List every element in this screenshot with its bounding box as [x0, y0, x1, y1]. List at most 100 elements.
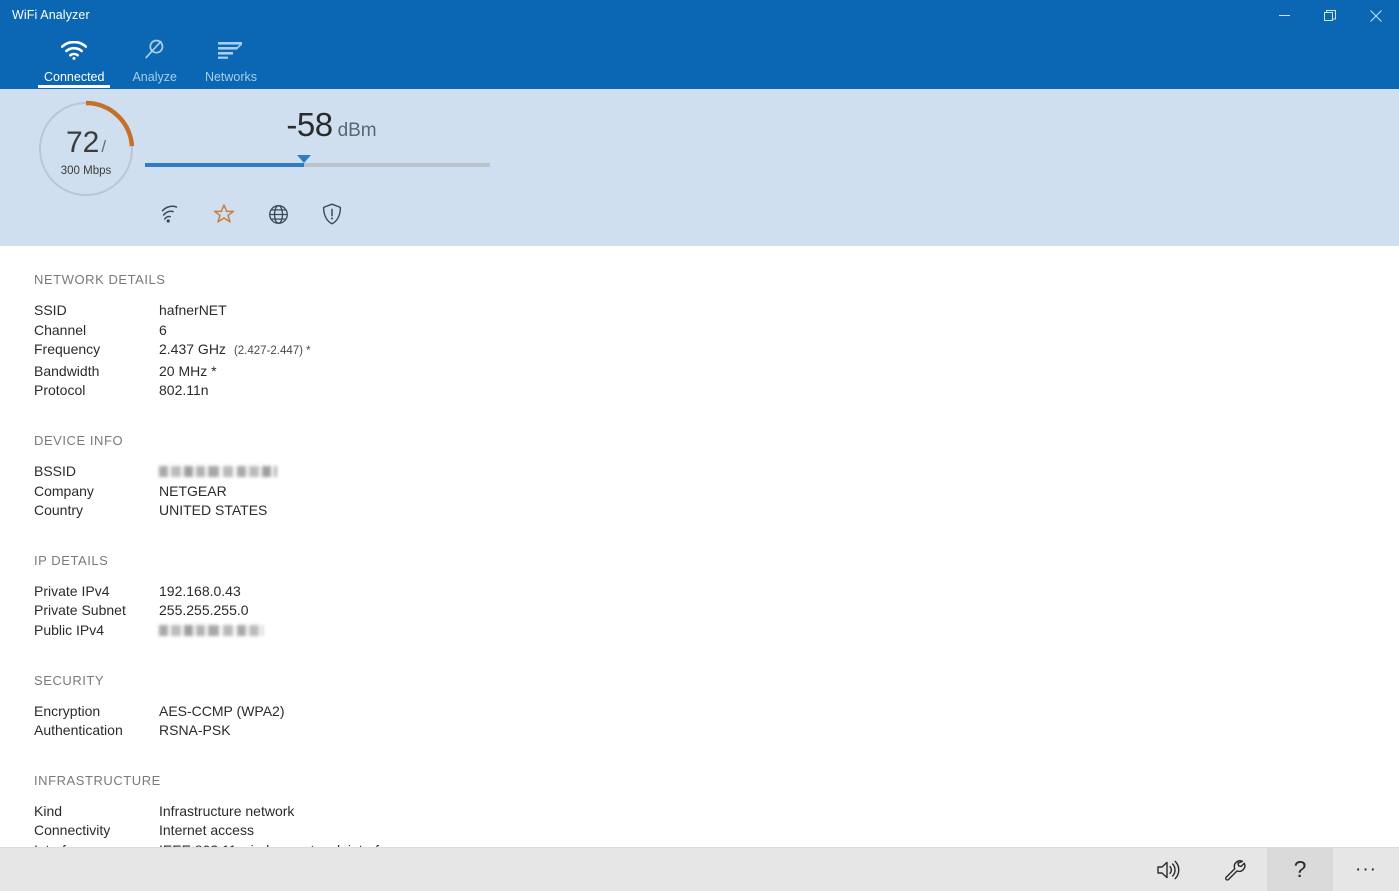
bad-channel-icon[interactable] — [212, 202, 236, 226]
detail-row: Frequency2.437 GHz (2.427-2.447) * — [34, 340, 1399, 362]
detail-row: SSIDhafnerNET — [34, 301, 1399, 321]
detail-value: AES-CCMP (WPA2) — [159, 702, 285, 722]
detail-row: Private Subnet255.255.255.0 — [34, 601, 1399, 621]
minimize-button[interactable] — [1261, 0, 1307, 31]
not-secure-icon[interactable] — [320, 202, 344, 226]
window-controls — [1261, 0, 1399, 31]
detail-value: IEEE 802.11 wireless network interface — [159, 841, 402, 847]
signal-bar — [145, 153, 490, 171]
detail-value-text: 255.255.255.0 — [159, 601, 249, 621]
no-internet-access-icon[interactable] — [266, 202, 290, 226]
close-button[interactable] — [1353, 0, 1399, 31]
tab-networks[interactable]: Networks — [191, 26, 271, 88]
detail-value-note: (2.427-2.447) * — [234, 342, 311, 362]
redacted-value — [159, 466, 277, 477]
detail-value-text: Infrastructure network — [159, 802, 294, 822]
sound-button[interactable] — [1135, 848, 1201, 891]
gauge-text: 72/ 300 Mbps — [34, 97, 138, 201]
list-bars-icon — [218, 37, 244, 63]
detail-key: Private Subnet — [34, 601, 159, 621]
wifi-analyzer-window: WiFi Analyzer — [0, 0, 1399, 891]
section-title: DEVICE INFO — [34, 433, 1399, 448]
detail-row: ConnectivityInternet access — [34, 821, 1399, 841]
detail-key: Private IPv4 — [34, 582, 159, 602]
link-speed-max: 300 Mbps — [61, 165, 112, 177]
detail-value-text: AES-CCMP (WPA2) — [159, 702, 285, 722]
link-speed-value-group: 72/ — [66, 128, 106, 162]
section-title: NETWORK DETAILS — [34, 272, 1399, 287]
section-title: IP DETAILS — [34, 553, 1399, 568]
detail-value-text: 192.168.0.43 — [159, 582, 241, 602]
detail-value-text: 2.437 GHz — [159, 340, 226, 360]
wifi-icon — [61, 37, 87, 63]
detail-value: Internet access — [159, 821, 254, 841]
ellipsis-icon: ··· — [1355, 865, 1377, 875]
signal-meter: -58 dBm — [145, 107, 490, 171]
app-title: WiFi Analyzer — [12, 8, 90, 22]
signal-bar-marker — [297, 155, 311, 163]
link-speed-value: 72 — [66, 128, 99, 158]
detail-value — [159, 462, 277, 482]
detail-row: EncryptionAES-CCMP (WPA2) — [34, 702, 1399, 722]
signal-bar-fill — [145, 163, 304, 167]
detail-value: hafnerNET — [159, 301, 227, 321]
detail-row: BSSID — [34, 462, 1399, 482]
signal-value: -58 — [286, 107, 332, 143]
detail-key: Interface — [34, 841, 159, 847]
link-speed-slash: / — [101, 132, 106, 162]
detail-row: CompanyNETGEAR — [34, 482, 1399, 502]
detail-key: Frequency — [34, 340, 159, 362]
tab-bar: Connected Analyze — [30, 26, 271, 88]
detail-key: Public IPv4 — [34, 621, 159, 641]
bad-connection-icon[interactable] — [158, 202, 182, 226]
detail-value-text: hafnerNET — [159, 301, 227, 321]
detail-row: Bandwidth20 MHz * — [34, 362, 1399, 382]
section-title: SECURITY — [34, 673, 1399, 688]
detail-key: Country — [34, 501, 159, 521]
detail-value-text: NETGEAR — [159, 482, 227, 502]
details-panel: NETWORK DETAILS SSIDhafnerNETChannel6Freq… — [0, 246, 1399, 847]
detail-row: KindInfrastructure network — [34, 802, 1399, 822]
help-button[interactable]: ? — [1267, 848, 1333, 891]
section-ip-details: IP DETAILS Private IPv4192.168.0.43Privat… — [34, 553, 1399, 641]
magnifier-icon — [143, 37, 167, 63]
section-rows: KindInfrastructure networkConnectivityIn… — [34, 802, 1399, 847]
section-rows: BSSIDCompanyNETGEARCountryUNITED STATES — [34, 462, 1399, 521]
summary-banner: 72/ 300 Mbps -58 dBm — [0, 88, 1399, 246]
detail-value: 802.11n — [159, 381, 209, 401]
section-network-details: NETWORK DETAILS SSIDhafnerNETChannel6Freq… — [34, 272, 1399, 401]
detail-row: Private IPv4192.168.0.43 — [34, 582, 1399, 602]
detail-row: AuthenticationRSNA-PSK — [34, 721, 1399, 741]
signal-unit: dBm — [338, 120, 377, 142]
detail-value: 2.437 GHz (2.427-2.447) * — [159, 340, 311, 362]
detail-row: Channel6 — [34, 321, 1399, 341]
detail-key: SSID — [34, 301, 159, 321]
question-mark-icon: ? — [1294, 856, 1307, 883]
detail-value: 6 — [159, 321, 167, 341]
detail-value: UNITED STATES — [159, 501, 267, 521]
detail-key: Protocol — [34, 381, 159, 401]
section-infrastructure: INFRASTRUCTUREKindInfrastructure network… — [34, 773, 1399, 847]
tab-connected[interactable]: Connected — [30, 26, 118, 88]
detail-value: Infrastructure network — [159, 802, 294, 822]
detail-value-text: 6 — [159, 321, 167, 341]
detail-sections: NETWORK DETAILS SSIDhafnerNETChannel6Freq… — [34, 272, 1399, 847]
detail-value-text: RSNA-PSK — [159, 721, 231, 741]
link-speed-gauge: 72/ 300 Mbps — [34, 97, 138, 201]
section-rows: EncryptionAES-CCMP (WPA2)AuthenticationR… — [34, 702, 1399, 741]
detail-value: RSNA-PSK — [159, 721, 231, 741]
detail-value-text: 20 MHz * — [159, 362, 217, 382]
detail-value-text: IEEE 802.11 wireless network interface — [159, 841, 402, 847]
detail-row: CountryUNITED STATES — [34, 501, 1399, 521]
detail-key: BSSID — [34, 462, 159, 482]
detail-key: Encryption — [34, 702, 159, 722]
more-button[interactable]: ··· — [1333, 848, 1399, 891]
detail-value-text: 802.11n — [159, 381, 209, 401]
settings-button[interactable] — [1201, 848, 1267, 891]
detail-value: 20 MHz * — [159, 362, 217, 382]
restore-button[interactable] — [1307, 0, 1353, 31]
detail-value: NETGEAR — [159, 482, 227, 502]
detail-value: 192.168.0.43 — [159, 582, 241, 602]
detail-key: Connectivity — [34, 821, 159, 841]
tab-analyze[interactable]: Analyze — [118, 26, 190, 88]
